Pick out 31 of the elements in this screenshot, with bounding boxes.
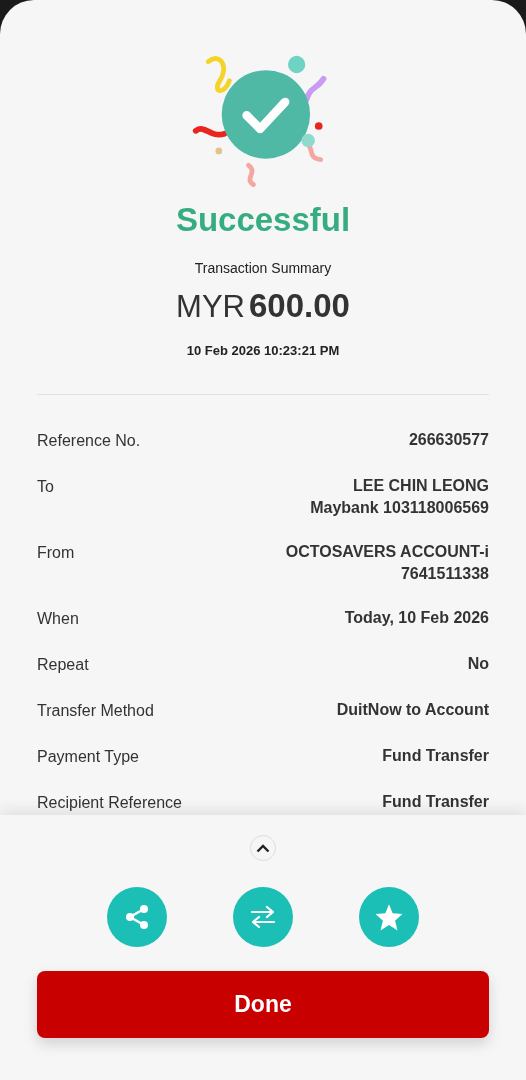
- currency-code: MYR: [176, 288, 245, 326]
- transaction-datetime: 10 Feb 2026 10:23:21 PM: [186, 341, 340, 360]
- done-button[interactable]: Done: [37, 971, 489, 1038]
- detail-value: Fund Transfer: [382, 746, 489, 766]
- detail-value: 266630577: [408, 430, 489, 450]
- detail-value: Maybank 103118006569: [310, 498, 489, 518]
- amount-value: 600.00: [248, 286, 350, 326]
- share-icon: [125, 904, 149, 930]
- detail-value: Fund Transfer: [382, 792, 489, 812]
- detail-label: When: [37, 609, 79, 629]
- detail-value: No: [467, 654, 489, 674]
- swap-arrows-icon: [250, 905, 276, 929]
- detail-value: DuitNow to Account: [336, 700, 489, 720]
- detail-label: Transfer Method: [37, 701, 154, 721]
- detail-value: 7641511338: [400, 564, 489, 584]
- detail-label: From: [37, 543, 75, 563]
- detail-label: Reference No.: [37, 431, 141, 451]
- detail-value: Today, 10 Feb 2026: [344, 608, 489, 628]
- chevron-up-icon: [256, 843, 270, 853]
- action-button[interactable]: [233, 887, 293, 947]
- detail-label: Repeat: [37, 655, 89, 675]
- detail-label: Payment Type: [37, 747, 139, 767]
- status-title: Successful: [175, 199, 351, 240]
- action-button[interactable]: [107, 887, 167, 947]
- detail-label: To: [37, 477, 54, 497]
- star-icon: [374, 903, 404, 931]
- summary-label: Transaction Summary: [194, 259, 332, 278]
- detail-value: LEE CHIN LEONG: [353, 476, 489, 496]
- detail-label: Recipient Reference: [37, 793, 182, 813]
- detail-value: OCTOSAVERS ACCOUNT-i: [285, 542, 489, 562]
- action-button[interactable]: [359, 887, 419, 947]
